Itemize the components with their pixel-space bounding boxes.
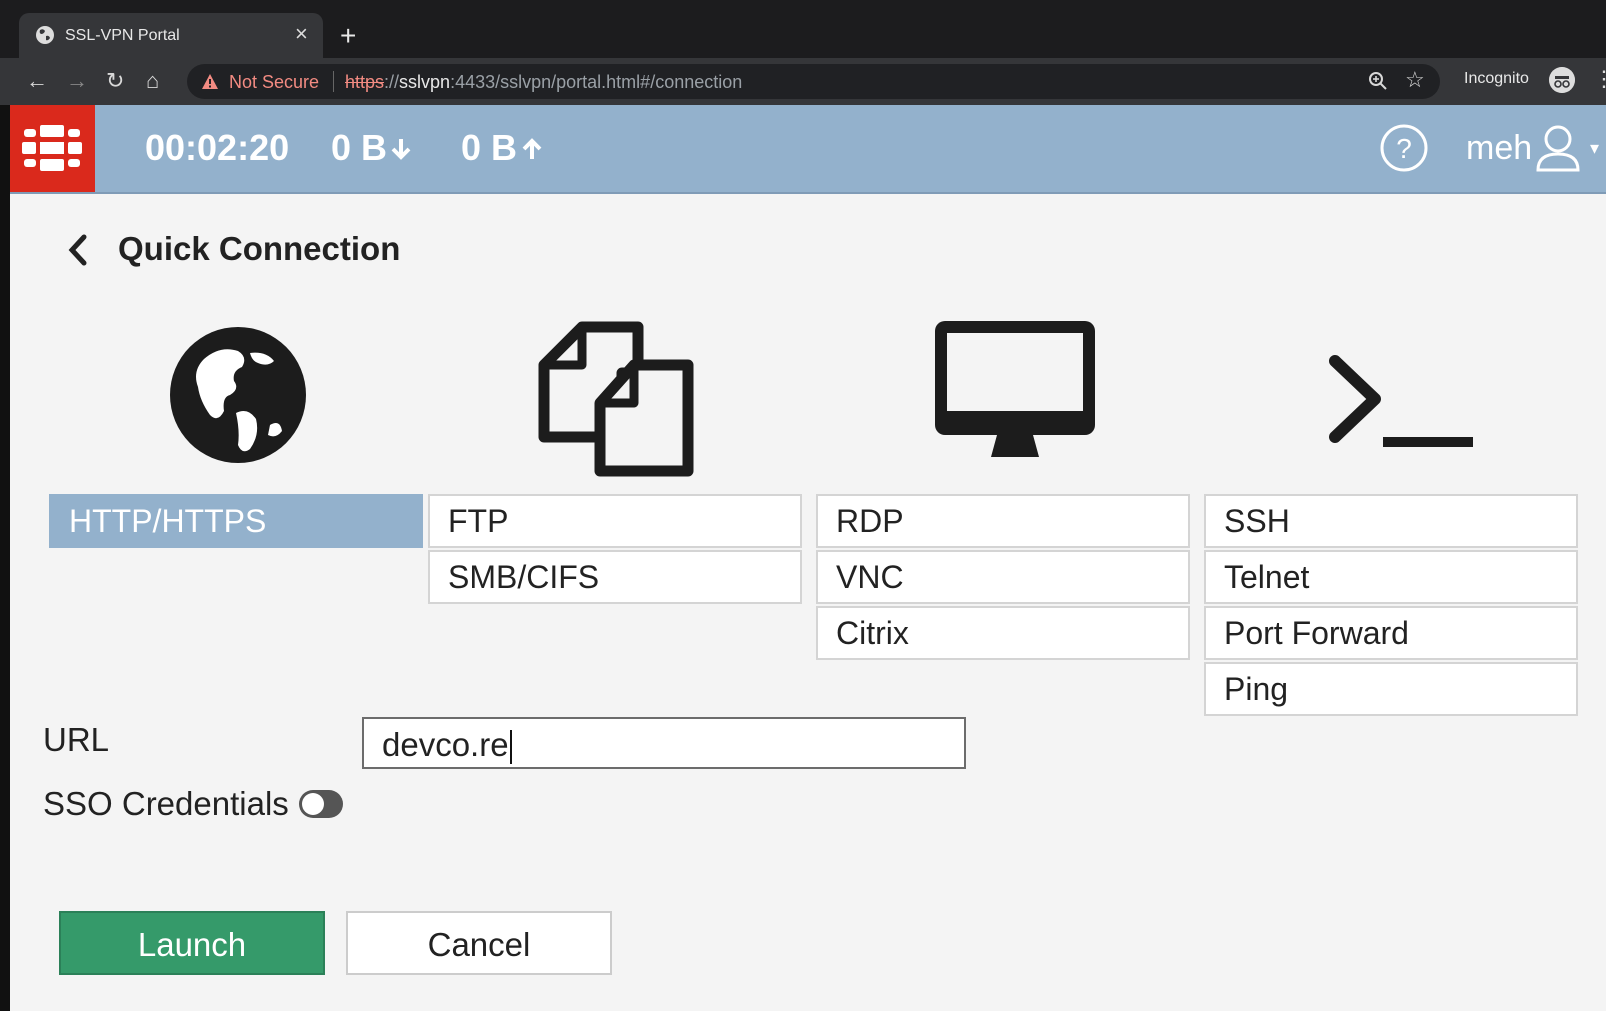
user-name[interactable]: meh [1466, 129, 1532, 168]
protocol-option-ping[interactable]: Ping [1204, 662, 1578, 716]
back-arrow-icon[interactable]: ← [26, 69, 48, 93]
zoom-icon[interactable] [1367, 70, 1389, 92]
fortinet-logo [10, 105, 95, 192]
launch-button[interactable]: Launch [59, 911, 325, 975]
protocol-option-rdp[interactable]: RDP [816, 494, 1190, 548]
incognito-label: Incognito [1464, 70, 1529, 87]
arrow-down-icon [391, 139, 411, 160]
url-label: URL [43, 721, 110, 758]
address-separator [333, 71, 334, 92]
new-tab-icon[interactable]: + [340, 22, 356, 50]
back-chevron-icon[interactable] [66, 233, 88, 267]
url-input-value: devco.re [382, 726, 509, 763]
portal-header: 00:02:20 0 B 0 B ? meh ▾ [10, 105, 1606, 194]
protocol-column-files: FTP SMB/CIFS [428, 494, 802, 606]
sso-credentials-toggle[interactable] [299, 790, 343, 818]
protocol-option-port-forward[interactable]: Port Forward [1204, 606, 1578, 660]
text-cursor [509, 730, 512, 765]
portal-page: 00:02:20 0 B 0 B ? meh ▾ Quick Connectio… [10, 105, 1606, 1011]
page-title: Quick Connection [118, 230, 401, 267]
bytes-down-value: 0 B [331, 127, 388, 168]
arrow-up-icon [522, 138, 542, 159]
tab-title: SSL-VPN Portal [65, 27, 180, 44]
browser-tab[interactable]: SSL-VPN Portal × [19, 13, 323, 58]
protocol-option-ftp[interactable]: FTP [428, 494, 802, 548]
bookmark-star-icon[interactable]: ☆ [1405, 67, 1425, 93]
files-icon [538, 321, 694, 477]
desktop-icon [935, 321, 1095, 457]
protocol-option-http-https[interactable]: HTTP/HTTPS [49, 494, 423, 548]
browser-menu-icon[interactable]: ⋮ [1593, 68, 1606, 90]
protocol-column-terminal: SSH Telnet Port Forward Ping [1204, 494, 1578, 718]
globe-favicon-icon [36, 26, 54, 44]
protocol-column-web: HTTP/HTTPS [49, 494, 423, 550]
browser-toolbar: ← → ↻ ⌂ Not Secure https://sslvpn:4433/s… [0, 58, 1606, 105]
protocol-option-telnet[interactable]: Telnet [1204, 550, 1578, 604]
browser-tab-strip: SSL-VPN Portal × + [0, 0, 1606, 58]
incognito-icon[interactable] [1549, 67, 1575, 93]
warning-icon [202, 74, 218, 89]
cancel-button[interactable]: Cancel [346, 911, 612, 975]
terminal-icon [1329, 355, 1473, 447]
url-text[interactable]: https://sslvpn:4433/sslvpn/portal.html#/… [345, 72, 742, 93]
address-bar[interactable]: Not Secure https://sslvpn:4433/sslvpn/po… [187, 64, 1440, 99]
not-secure-label[interactable]: Not Secure [229, 72, 319, 93]
session-timer: 00:02:20 [145, 127, 290, 168]
protocol-option-smb-cifs[interactable]: SMB/CIFS [428, 550, 802, 604]
protocol-option-citrix[interactable]: Citrix [816, 606, 1190, 660]
home-icon[interactable]: ⌂ [146, 69, 159, 93]
help-icon[interactable]: ? [1379, 123, 1429, 173]
fortinet-logo-icon [22, 125, 82, 171]
svg-text:?: ? [1396, 133, 1412, 164]
user-icon[interactable] [1535, 123, 1581, 173]
protocol-option-ssh[interactable]: SSH [1204, 494, 1578, 548]
forward-arrow-icon[interactable]: → [66, 69, 88, 93]
reload-icon[interactable]: ↻ [106, 69, 124, 93]
protocol-option-vnc[interactable]: VNC [816, 550, 1190, 604]
user-menu-caret-icon[interactable]: ▾ [1590, 138, 1599, 159]
globe-icon [170, 327, 306, 463]
bytes-up-value: 0 B [461, 127, 518, 168]
protocol-column-desktop: RDP VNC Citrix [816, 494, 1190, 662]
close-tab-icon[interactable]: × [295, 23, 308, 45]
sso-credentials-label: SSO Credentials [43, 785, 289, 822]
toggle-knob [302, 793, 324, 815]
url-input[interactable]: devco.re [362, 717, 966, 769]
